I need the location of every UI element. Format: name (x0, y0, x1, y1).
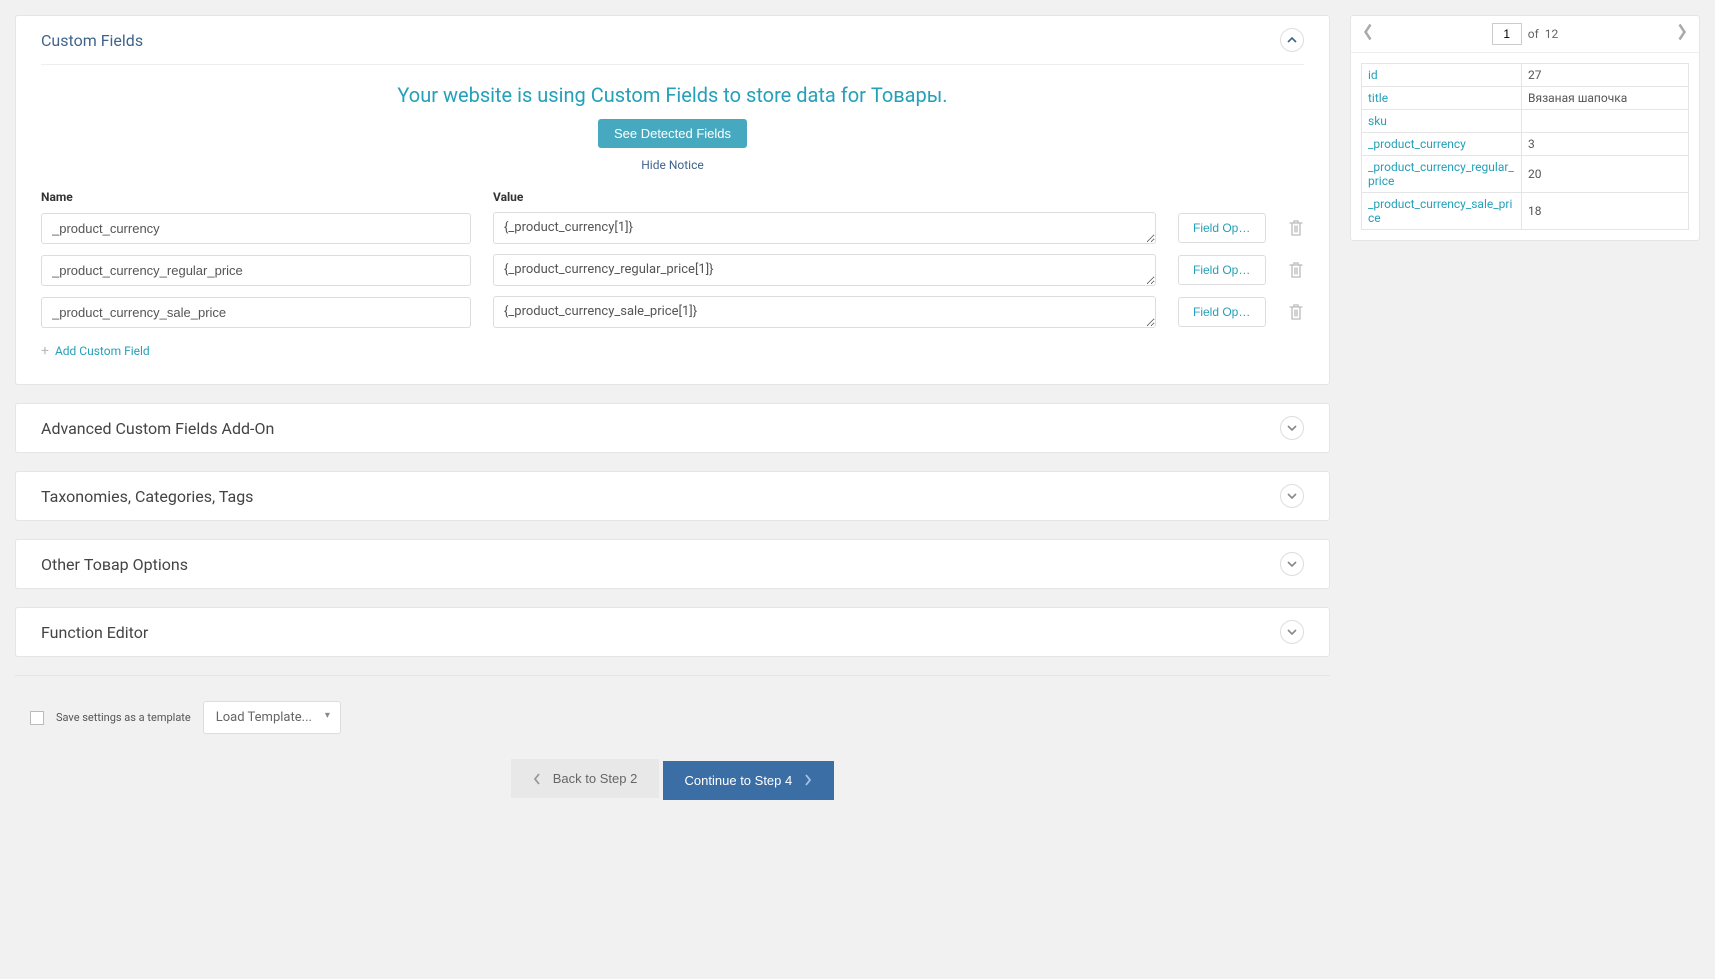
save-template-label: Save settings as a template (56, 711, 191, 724)
field-name-input[interactable] (41, 297, 471, 328)
add-custom-field-label: Add Custom Field (55, 344, 150, 358)
collapsed-panel: Taxonomies, Categories, Tags (15, 471, 1330, 521)
preview-value (1522, 110, 1689, 133)
panel-title: Taxonomies, Categories, Tags (41, 487, 253, 506)
custom-field-row: Field Options... (41, 296, 1304, 328)
step-navigation: Back to Step 2 Continue to Step 4 (15, 749, 1330, 820)
trash-icon (1288, 261, 1304, 279)
preview-key[interactable]: title (1362, 87, 1522, 110)
load-template-select[interactable]: Load Template... (203, 701, 341, 734)
collapsed-panel: Other Товар Options (15, 539, 1330, 589)
preview-row: id27 (1362, 64, 1689, 87)
preview-row: titleВязаная шапочка (1362, 87, 1689, 110)
custom-fields-notice: Your website is using Custom Fields to s… (41, 83, 1304, 107)
chevron-right-icon (804, 774, 812, 786)
preview-key[interactable]: sku (1362, 110, 1522, 133)
collapse-toggle[interactable] (1280, 28, 1304, 52)
field-value-input[interactable] (493, 212, 1156, 244)
field-value-input[interactable] (493, 296, 1156, 328)
preview-row: _product_currency3 (1362, 133, 1689, 156)
preview-row: _product_currency_sale_price18 (1362, 193, 1689, 230)
panel-header[interactable]: Function Editor (16, 608, 1329, 656)
delete-field-button[interactable] (1288, 261, 1304, 279)
chevron-down-icon (1287, 559, 1297, 569)
preview-value: 20 (1522, 156, 1689, 193)
delete-field-button[interactable] (1288, 303, 1304, 321)
field-name-input[interactable] (41, 213, 471, 244)
hide-notice-link[interactable]: Hide Notice (41, 158, 1304, 172)
chevron-up-icon (1287, 35, 1297, 45)
chevron-left-icon (533, 773, 541, 785)
preview-value: Вязаная шапочка (1522, 87, 1689, 110)
panel-header[interactable]: Advanced Custom Fields Add-On (16, 404, 1329, 452)
preview-value: 27 (1522, 64, 1689, 87)
back-button[interactable]: Back to Step 2 (511, 759, 660, 798)
continue-button-label: Continue to Step 4 (685, 773, 793, 788)
delete-field-button[interactable] (1288, 219, 1304, 237)
collapsed-panel: Function Editor (15, 607, 1330, 657)
field-options-button[interactable]: Field Options... (1178, 213, 1266, 243)
chevron-down-icon (1287, 491, 1297, 501)
field-options-button[interactable]: Field Options... (1178, 297, 1266, 327)
field-value-input[interactable] (493, 254, 1156, 286)
save-template-checkbox[interactable] (30, 711, 44, 725)
preview-pager: of 12 (1351, 16, 1699, 53)
value-header: Value (493, 190, 1304, 204)
panel-title: Other Товар Options (41, 555, 188, 574)
prev-record-button[interactable] (1361, 22, 1375, 46)
next-record-button[interactable] (1675, 22, 1689, 46)
preview-row: _product_currency_regular_price20 (1362, 156, 1689, 193)
chevron-down-icon (1287, 423, 1297, 433)
expand-toggle[interactable] (1280, 552, 1304, 576)
pager-of: of (1528, 27, 1539, 41)
expand-toggle[interactable] (1280, 416, 1304, 440)
preview-key[interactable]: _product_currency (1362, 133, 1522, 156)
chevron-left-icon (1361, 22, 1375, 42)
preview-table: id27titleВязаная шапочкаsku_product_curr… (1361, 63, 1689, 230)
trash-icon (1288, 303, 1304, 321)
record-preview-panel: of 12 id27titleВязаная шапочкаsku_produc… (1350, 15, 1700, 241)
custom-fields-panel: Custom Fields Your website is using Cust… (15, 15, 1330, 385)
name-header: Name (41, 190, 471, 204)
preview-key[interactable]: _product_currency_sale_price (1362, 193, 1522, 230)
panel-header[interactable]: Taxonomies, Categories, Tags (16, 472, 1329, 520)
field-options-button[interactable]: Field Options... (1178, 255, 1266, 285)
preview-value: 18 (1522, 193, 1689, 230)
trash-icon (1288, 219, 1304, 237)
page-input[interactable] (1492, 23, 1522, 45)
preview-key[interactable]: id (1362, 64, 1522, 87)
preview-value: 3 (1522, 133, 1689, 156)
custom-fields-title: Custom Fields (41, 31, 143, 50)
panel-title: Advanced Custom Fields Add-On (41, 419, 274, 438)
expand-toggle[interactable] (1280, 484, 1304, 508)
pager-total: 12 (1545, 27, 1559, 41)
field-name-input[interactable] (41, 255, 471, 286)
see-detected-fields-button[interactable]: See Detected Fields (598, 119, 747, 148)
custom-field-row: Field Options... (41, 212, 1304, 244)
template-bar: Save settings as a template Load Templat… (15, 675, 1330, 749)
preview-row: sku (1362, 110, 1689, 133)
chevron-down-icon (1287, 627, 1297, 637)
expand-toggle[interactable] (1280, 620, 1304, 644)
collapsed-panel: Advanced Custom Fields Add-On (15, 403, 1330, 453)
continue-button[interactable]: Continue to Step 4 (663, 761, 835, 800)
plus-icon: + (41, 343, 49, 359)
add-custom-field-link[interactable]: + Add Custom Field (41, 343, 150, 359)
chevron-right-icon (1675, 22, 1689, 42)
panel-header[interactable]: Other Товар Options (16, 540, 1329, 588)
preview-key[interactable]: _product_currency_regular_price (1362, 156, 1522, 193)
custom-fields-header[interactable]: Custom Fields (16, 16, 1329, 64)
panel-title: Function Editor (41, 623, 148, 642)
back-button-label: Back to Step 2 (553, 771, 638, 786)
custom-field-row: Field Options... (41, 254, 1304, 286)
